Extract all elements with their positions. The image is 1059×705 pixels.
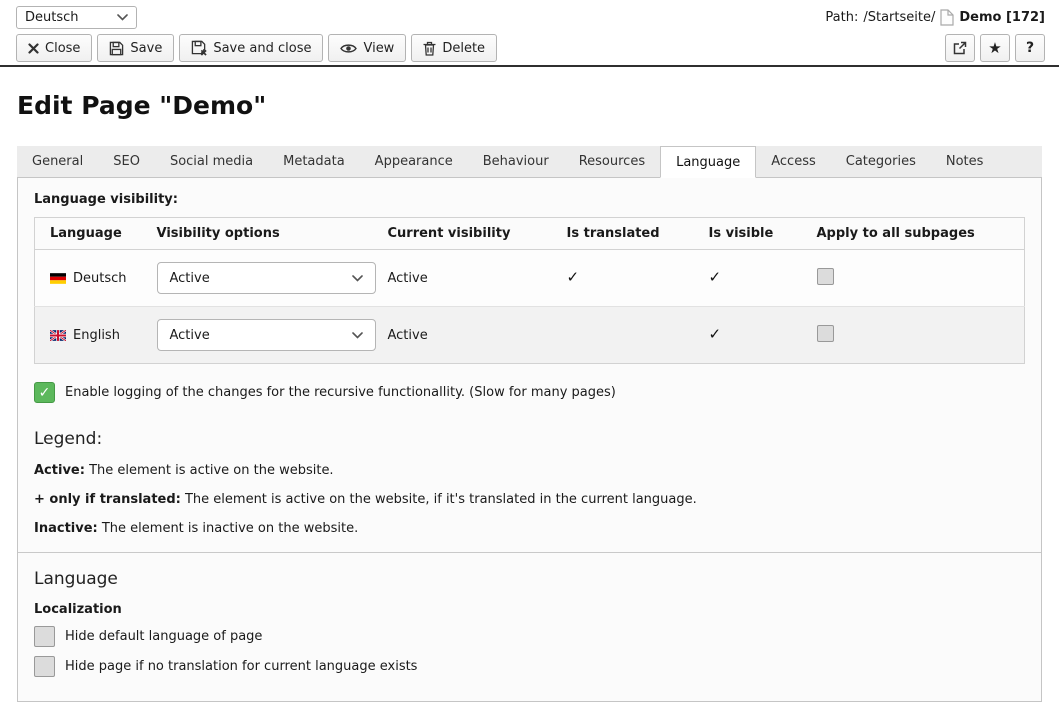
tab-categories[interactable]: Categories	[831, 146, 931, 177]
hide-page-no-translation-checkbox[interactable]	[34, 656, 55, 677]
hide-default-language-checkbox[interactable]	[34, 626, 55, 647]
topbar: Deutsch Path: /Startseite/ Demo [172] Cl…	[0, 0, 1059, 67]
language-localization-section: Language Localization Hide default langu…	[18, 552, 1041, 701]
close-icon	[28, 43, 39, 54]
page-title: Edit Page "Demo"	[17, 91, 1059, 120]
tab-metadata[interactable]: Metadata	[268, 146, 360, 177]
table-header-row: Language Visibility options Current visi…	[35, 218, 1025, 250]
is-visible-check-icon: ✓	[709, 325, 722, 343]
tab-appearance[interactable]: Appearance	[360, 146, 468, 177]
help-button[interactable]: ?	[1015, 34, 1045, 62]
legend-item-inactive: Inactive: The element is inactive on the…	[34, 521, 1025, 536]
save-icon	[109, 41, 124, 56]
tab-behaviour[interactable]: Behaviour	[468, 146, 564, 177]
hide-page-no-translation-row: Hide page if no translation for current …	[34, 656, 1025, 677]
view-button[interactable]: View	[328, 34, 406, 62]
open-in-new-window-button[interactable]	[945, 34, 975, 62]
path-label: Path:	[825, 10, 858, 25]
apply-subpages-checkbox-deutsch[interactable]	[817, 268, 834, 285]
eye-icon	[340, 43, 357, 54]
close-button[interactable]: Close	[16, 34, 92, 62]
tab-language[interactable]: Language	[660, 146, 756, 178]
language-name: English	[73, 328, 120, 343]
main-toolbar: Close Save Save and close View	[16, 34, 497, 62]
legend-item-active: Active: The element is active on the web…	[34, 463, 1025, 478]
external-link-icon	[953, 41, 967, 55]
apply-subpages-checkbox-english[interactable]	[817, 325, 834, 342]
star-icon: ★	[988, 39, 1001, 57]
delete-button[interactable]: Delete	[411, 34, 497, 62]
save-button[interactable]: Save	[97, 34, 174, 62]
tab-notes[interactable]: Notes	[931, 146, 999, 177]
language-tab-panel: Language visibility: Language Visibility…	[17, 177, 1042, 702]
col-language: Language	[35, 218, 157, 250]
check-icon: ✓	[39, 385, 51, 401]
utility-toolbar: ★ ?	[945, 34, 1045, 62]
chevron-down-icon	[352, 275, 363, 282]
localization-subheading: Localization	[34, 602, 1025, 617]
visibility-select-english[interactable]: Active	[157, 319, 376, 351]
tab-seo[interactable]: SEO	[98, 146, 155, 177]
favorite-button[interactable]: ★	[980, 34, 1010, 62]
enable-logging-label: Enable logging of the changes for the re…	[65, 385, 616, 400]
table-row-deutsch: Deutsch Active Active ✓	[35, 250, 1025, 307]
hide-default-language-row: Hide default language of page	[34, 626, 1025, 647]
breadcrumb: Path: /Startseite/ Demo [172]	[825, 9, 1045, 26]
col-is-visible: Is visible	[709, 218, 817, 250]
chevron-down-icon	[352, 332, 363, 339]
tab-access[interactable]: Access	[756, 146, 831, 177]
visibility-select-deutsch[interactable]: Active	[157, 262, 376, 294]
is-translated-check-icon: ✓	[567, 268, 580, 286]
flag-germany-icon	[50, 273, 66, 284]
language-section-heading: Language	[34, 569, 1025, 589]
save-and-close-icon	[191, 40, 207, 56]
col-apply-to-all-subpages: Apply to all subpages	[817, 218, 1025, 250]
is-visible-check-icon: ✓	[709, 268, 722, 286]
current-visibility-value: Active	[388, 307, 567, 364]
question-icon: ?	[1026, 40, 1034, 56]
language-visibility-heading: Language visibility:	[34, 192, 1025, 207]
legend-item-only-if-translated: + only if translated: The element is act…	[34, 492, 1025, 507]
ui-language-select[interactable]: Deutsch	[16, 6, 137, 29]
flag-united-kingdom-icon	[50, 330, 66, 341]
tab-social-media[interactable]: Social media	[155, 146, 268, 177]
col-current-visibility: Current visibility	[388, 218, 567, 250]
tab-general[interactable]: General	[17, 146, 98, 177]
legend-heading: Legend:	[34, 429, 1025, 449]
ui-language-select-value: Deutsch	[25, 10, 79, 25]
col-is-translated: Is translated	[567, 218, 709, 250]
table-row-english: English Active Active	[35, 307, 1025, 364]
col-visibility-options: Visibility options	[157, 218, 388, 250]
hide-default-language-label: Hide default language of page	[65, 629, 262, 644]
page-icon	[940, 9, 954, 26]
path-link[interactable]: /Startseite/	[863, 10, 935, 25]
page-ref: Demo [172]	[959, 10, 1045, 25]
tab-resources[interactable]: Resources	[564, 146, 660, 177]
chevron-down-icon	[117, 14, 128, 21]
enable-logging-checkbox[interactable]: ✓	[34, 382, 55, 403]
tabbar: General SEO Social media Metadata Appear…	[17, 146, 1042, 177]
trash-icon	[423, 41, 436, 56]
language-visibility-table: Language Visibility options Current visi…	[34, 217, 1025, 364]
current-visibility-value: Active	[388, 250, 567, 307]
save-and-close-button[interactable]: Save and close	[179, 34, 323, 62]
language-name: Deutsch	[73, 271, 127, 286]
hide-page-no-translation-label: Hide page if no translation for current …	[65, 659, 417, 674]
